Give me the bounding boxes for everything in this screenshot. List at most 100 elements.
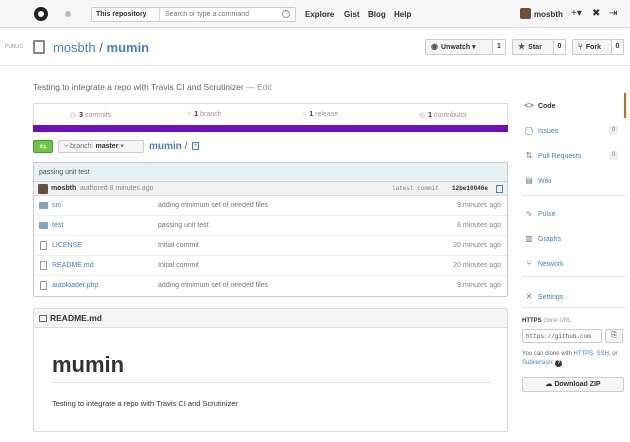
commits-link[interactable]: ◷ 3 commits [70,111,111,119]
fork-count[interactable]: 0 [612,39,624,55]
nav-blog[interactable]: Blog [368,10,386,19]
search-box[interactable]: This repository ? [91,7,296,22]
file-icon [40,261,47,270]
sidebar-item-settings[interactable]: ✕ Settings [522,284,626,309]
sidebar-divider [522,195,626,196]
fork-label: Fork [585,44,601,51]
organization-icon: ◎ [419,112,426,119]
repo-owner-link[interactable]: mosbth [53,40,96,55]
clone-ssh-link[interactable]: SSH [597,351,609,357]
clipboard-icon[interactable] [496,185,503,193]
file-commit-message[interactable]: passing unit test [158,216,209,236]
unwatch-button[interactable]: ◉ Unwatch ▾ [425,39,493,55]
commit-author[interactable]: mosbth [51,182,76,196]
add-file-icon[interactable]: + [192,142,200,151]
star-count[interactable]: 0 [554,39,566,55]
file-commit-message[interactable]: adding minimum set of needed files [158,196,268,216]
clone-url-caption: clone URL [543,318,572,324]
help-icon[interactable]: ? [555,360,563,367]
file-name-link[interactable]: test [52,216,63,236]
search-input[interactable] [162,8,280,21]
file-name-link[interactable]: LICENSE [52,236,82,256]
sidebar-item-label: Network [538,261,564,268]
issues-count: 0 [609,126,618,135]
file-name-link[interactable]: autoloader.php [52,276,98,296]
fork-button[interactable]: ⑂ Fork [572,39,612,55]
tools-icon[interactable]: ✖ [592,8,600,20]
copy-clone-url-button[interactable]: ⎘ [605,329,623,343]
username[interactable]: mosbth [534,10,563,19]
tools-icon: ✕ [525,292,533,301]
release-link[interactable]: ⌂ 1 release [302,111,338,118]
avatar[interactable] [520,8,531,19]
sign-out-icon[interactable]: ⇥ [609,8,617,20]
sidebar-item-wiki[interactable]: ▤ Wiki [522,168,626,193]
clone-help-text: You can clone with HTTPS, SSH, or Subver… [522,351,618,367]
file-commit-message[interactable]: Initial commit [158,236,199,256]
search-help-icon[interactable]: ? [282,10,290,18]
file-icon [40,281,47,290]
compare-icon: ⇆ [39,142,47,151]
pull-request-icon: ⇅ [525,151,533,160]
file-commit-message[interactable]: Initial commit [158,256,199,276]
sidebar-item-pulse[interactable]: ∿ Pulse [522,201,626,226]
star-icon: ★ [518,42,526,51]
tag-icon: ⌂ [302,111,307,118]
branch-selector[interactable]: ⑂ branch: master ▾ [58,140,144,153]
readme-filename: README.md [50,313,102,323]
table-row: test passing unit test 8 minutes ago [34,216,507,236]
code-icon: <> [524,101,534,110]
branch-icon: ⑂ [64,143,69,150]
readme-header: README.md [34,309,507,328]
sidebar-item-network[interactable]: ⑂ Network [522,251,626,276]
breadcrumb-repo-link[interactable]: mumin [149,141,182,152]
clone-subversion-link[interactable]: Subversion [522,360,552,366]
compare-button[interactable]: ⇆ [33,140,53,153]
repo-name-link[interactable]: mumin [107,40,150,55]
sidebar-item-label: Pull Requests [538,153,582,160]
sidebar-item-code[interactable]: <> Code [522,93,626,118]
site-header: This repository ? Explore Gist Blog Help… [0,0,630,28]
plus-icon[interactable]: +▾ [571,8,582,20]
clone-help-prefix: You can clone with [522,351,572,357]
contributors-link[interactable]: ◎ 1 contributor [419,111,467,119]
nav-explore[interactable]: Explore [305,10,334,19]
commit-authored-time: authored 8 minutes ago [80,185,154,192]
sidebar-item-graphs[interactable]: ▥ Graphs [522,226,626,251]
branch-link[interactable]: ⑂ 1 branch [187,111,222,118]
download-zip-button[interactable]: ☁ Download ZIP [522,377,624,392]
language-bar[interactable] [33,125,508,132]
clipboard-icon: ⎘ [611,332,617,339]
commits-count: 3 [79,112,84,119]
repo-book-icon [33,40,45,54]
sidebar-item-issues[interactable]: ◯ Issues 0 [522,118,626,143]
clone-https-link[interactable]: HTTPS [574,351,594,357]
notification-dot-icon[interactable] [65,11,71,17]
sidebar-item-pull-requests[interactable]: ⇅ Pull Requests 0 [522,143,626,168]
star-button[interactable]: ★ Star [512,39,554,55]
commit-message[interactable]: passing unit test [34,163,507,182]
file-age: 9 minutes ago [457,202,501,209]
table-row: LICENSE Initial commit 20 minutes ago [34,236,507,256]
commit-sha[interactable]: 12be10046e [452,182,488,196]
title-divider [0,65,630,66]
nav-gist[interactable]: Gist [344,10,360,19]
readme-body: Testing to integrate a repo with Travis … [52,399,238,408]
issue-icon: ◯ [524,126,534,135]
nav-help[interactable]: Help [394,10,411,19]
commit-author-avatar[interactable] [38,184,48,194]
sidebar-item-label: Wiki [538,178,552,185]
branch-prefix: branch: [70,143,94,150]
contributor-label: contributor [434,112,468,119]
file-age: 8 minutes ago [457,222,501,229]
clone-url-field[interactable] [522,329,602,343]
table-row: README.md Initial commit 20 minutes ago [34,256,507,276]
search-scope[interactable]: This repository [92,8,160,21]
github-logo-icon[interactable] [34,7,48,21]
file-commit-message[interactable]: adding minimum set of needed files [158,276,268,296]
download-label: Download ZIP [554,381,601,388]
file-name-link[interactable]: README.md [52,256,94,276]
edit-description-link[interactable]: — Edit [246,82,272,92]
file-name-link[interactable]: src [52,196,61,216]
watch-count[interactable]: 1 [493,39,506,55]
